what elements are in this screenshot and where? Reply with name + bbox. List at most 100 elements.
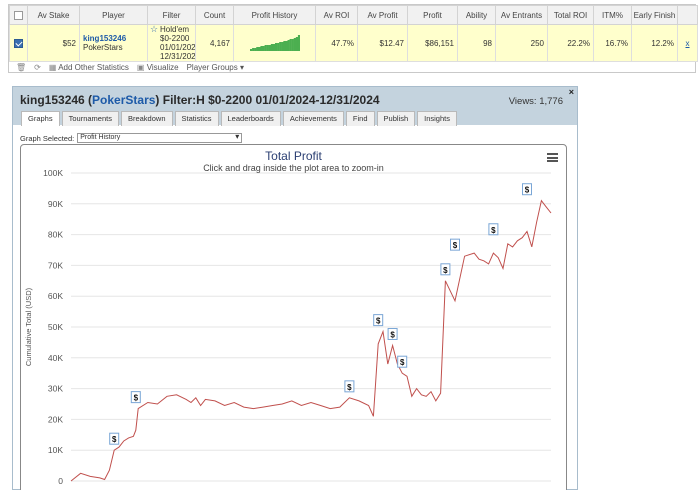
cash-marker[interactable]: $ [387,327,398,340]
av-stake-cell: $52 [27,24,80,62]
spark-bar [262,46,265,51]
col-header[interactable]: Filter [147,5,196,25]
itm-cell: 16.7% [593,24,632,62]
cash-marker[interactable]: $ [373,314,384,327]
profit-history-cell[interactable] [233,24,316,62]
player-groups-dropdown[interactable]: Player Groups ▾ [187,63,244,72]
spark-bar [280,42,284,51]
panel-tabs: Graphs Tournaments Breakdown Statistics … [21,111,457,126]
tab-breakdown[interactable]: Breakdown [120,111,173,126]
player-name-link[interactable]: king153246 [83,34,144,43]
spark-bar [295,37,298,51]
cash-marker[interactable]: $ [488,223,499,236]
cash-marker[interactable]: $ [440,263,451,276]
add-other-statistics-link[interactable]: Add Other Statistics [58,63,129,72]
y-tick-label: 80K [48,230,63,240]
cash-marker[interactable]: $ [344,380,355,393]
total-roi-cell: 22.2% [547,24,594,62]
col-header[interactable]: Profit History [233,5,316,25]
trash-icon[interactable]: 🗑 [16,63,26,72]
cash-marker[interactable]: $ [450,238,460,251]
y-tick-label: 20K [48,414,63,424]
cash-marker[interactable]: $ [522,183,532,196]
spark-bar [257,47,261,51]
panel-header: king153246 (PokerStars) Filter:H $0-2200… [13,87,577,126]
tab-leaderboards[interactable]: Leaderboards [220,111,281,126]
cash-marker[interactable]: $ [109,432,120,445]
refresh-icon[interactable]: ⟳ [34,63,41,72]
cash-marker-label: $ [376,317,381,326]
col-header[interactable]: Av ROI [315,5,358,25]
col-header[interactable]: Av Entrants [495,5,548,25]
filter-line: 01/01/202 [160,43,196,52]
hamburger-menu-icon[interactable] [547,153,558,162]
profit-chart[interactable]: 010K20K30K40K50K60K70K80K90K100KCumulati… [21,145,567,490]
chart-subtitle: Click and drag inside the plot area to z… [203,163,384,173]
visualize-link[interactable]: Visualize [147,63,179,72]
graph-selector: Graph Selected: Profit History [20,133,243,143]
row-checkbox[interactable] [14,38,23,48]
spark-bar [251,48,254,51]
stats-header-row: Av Stake Player Filter Count Profit Hist… [9,5,698,25]
chart-container[interactable]: 0 10K 20K 30K 40K 50K 60K 70K 80K 90K 100K Cumulati… [20,144,567,490]
star-icon[interactable]: ☆ [150,26,158,35]
y-tick-label: 0 [58,476,63,486]
col-header[interactable]: Count [195,5,234,25]
y-tick-label: 30K [48,384,63,394]
tab-publish[interactable]: Publish [376,111,416,126]
col-header[interactable]: Player [79,5,148,25]
cash-marker-label: $ [390,330,395,339]
spark-bar [274,43,277,51]
spark-bar [266,45,269,51]
chart-title: Total Profit [265,149,322,163]
spark-bar [276,43,279,51]
spark-bar [270,44,273,51]
profit-sparkline[interactable] [249,35,300,51]
col-header[interactable]: ITM% [593,5,632,25]
spark-bar [291,39,294,51]
title-player: king153246 ( [20,93,93,107]
col-header[interactable]: Av Profit [357,5,408,25]
tab-achievements[interactable]: Achievements [282,111,344,126]
tab-tournaments[interactable]: Tournaments [61,111,119,126]
close-icon[interactable]: × [569,87,574,97]
y-tick-label: 50K [48,322,63,332]
col-header[interactable]: Early Finish [631,5,678,25]
count-cell: 4,167 [195,24,234,62]
spark-bar [268,45,271,51]
add-stats-group[interactable]: ▦ Add Other Statistics [49,63,129,72]
col-header[interactable]: Av Stake [27,5,80,25]
remove-row-link[interactable]: x [686,39,690,48]
tab-find[interactable]: Find [345,111,375,126]
graph-selected-label: Graph Selected: [20,133,75,143]
graph-select[interactable]: Profit History [77,133,243,143]
cash-marker[interactable]: $ [130,391,141,404]
select-all-checkbox[interactable] [14,10,23,20]
select-all-header[interactable] [9,5,28,25]
image-icon: ▣ [136,63,145,72]
col-header[interactable]: Total ROI [547,5,594,25]
spark-bar [284,41,288,51]
stats-grid: Av Stake Player Filter Count Profit Hist… [9,5,698,62]
table-toolbar: 🗑 ⟳ ▦ Add Other Statistics ▣ Visualize P… [9,61,695,74]
views-count: Views: 1,776 [508,96,563,107]
spark-bar [264,45,267,51]
row-select-cell[interactable] [9,24,28,62]
tab-insights[interactable]: Insights [417,111,457,126]
tab-statistics[interactable]: Statistics [174,111,219,126]
caret-down-icon: ▾ [239,63,244,72]
tab-graphs[interactable]: Graphs [21,111,60,126]
title-site-link[interactable]: PokerStars [92,93,155,107]
cash-marker-label: $ [134,394,139,403]
player-cell: king153246 PokerStars [79,24,148,62]
col-header[interactable]: Ability [457,5,496,25]
early-finish-cell: 12.2% [631,24,678,62]
cash-marker[interactable]: $ [397,355,408,368]
y-tick-label: 10K [48,445,63,455]
col-header[interactable]: Profit [407,5,458,25]
visualize-group[interactable]: ▣ Visualize [137,63,179,72]
av-roi-cell: 47.7% [315,24,358,62]
profit-series-line[interactable] [70,199,552,482]
filter-line: Hold'em [160,25,190,35]
title-filter: ) Filter:H $0-2200 01/01/2024-12/31/2024 [155,93,380,107]
